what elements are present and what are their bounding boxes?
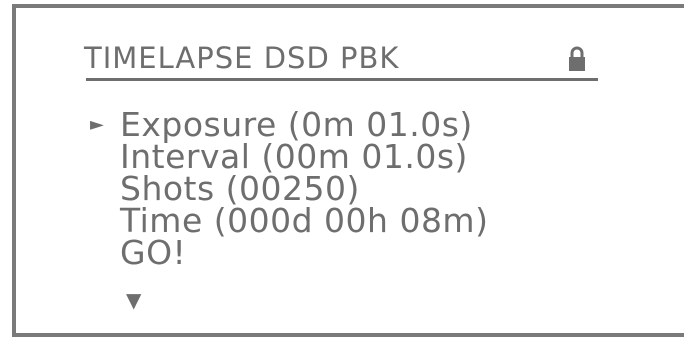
menu-item-go[interactable]: GO! bbox=[120, 236, 186, 270]
page-title: TIMELAPSE DSD PBK bbox=[84, 41, 400, 75]
title-underline bbox=[86, 78, 598, 81]
scroll-down-icon[interactable]: ▼ bbox=[126, 290, 141, 310]
header: TIMELAPSE DSD PBK bbox=[84, 40, 600, 82]
selection-cursor-icon: ► bbox=[90, 114, 104, 135]
lock-icon bbox=[568, 46, 586, 72]
